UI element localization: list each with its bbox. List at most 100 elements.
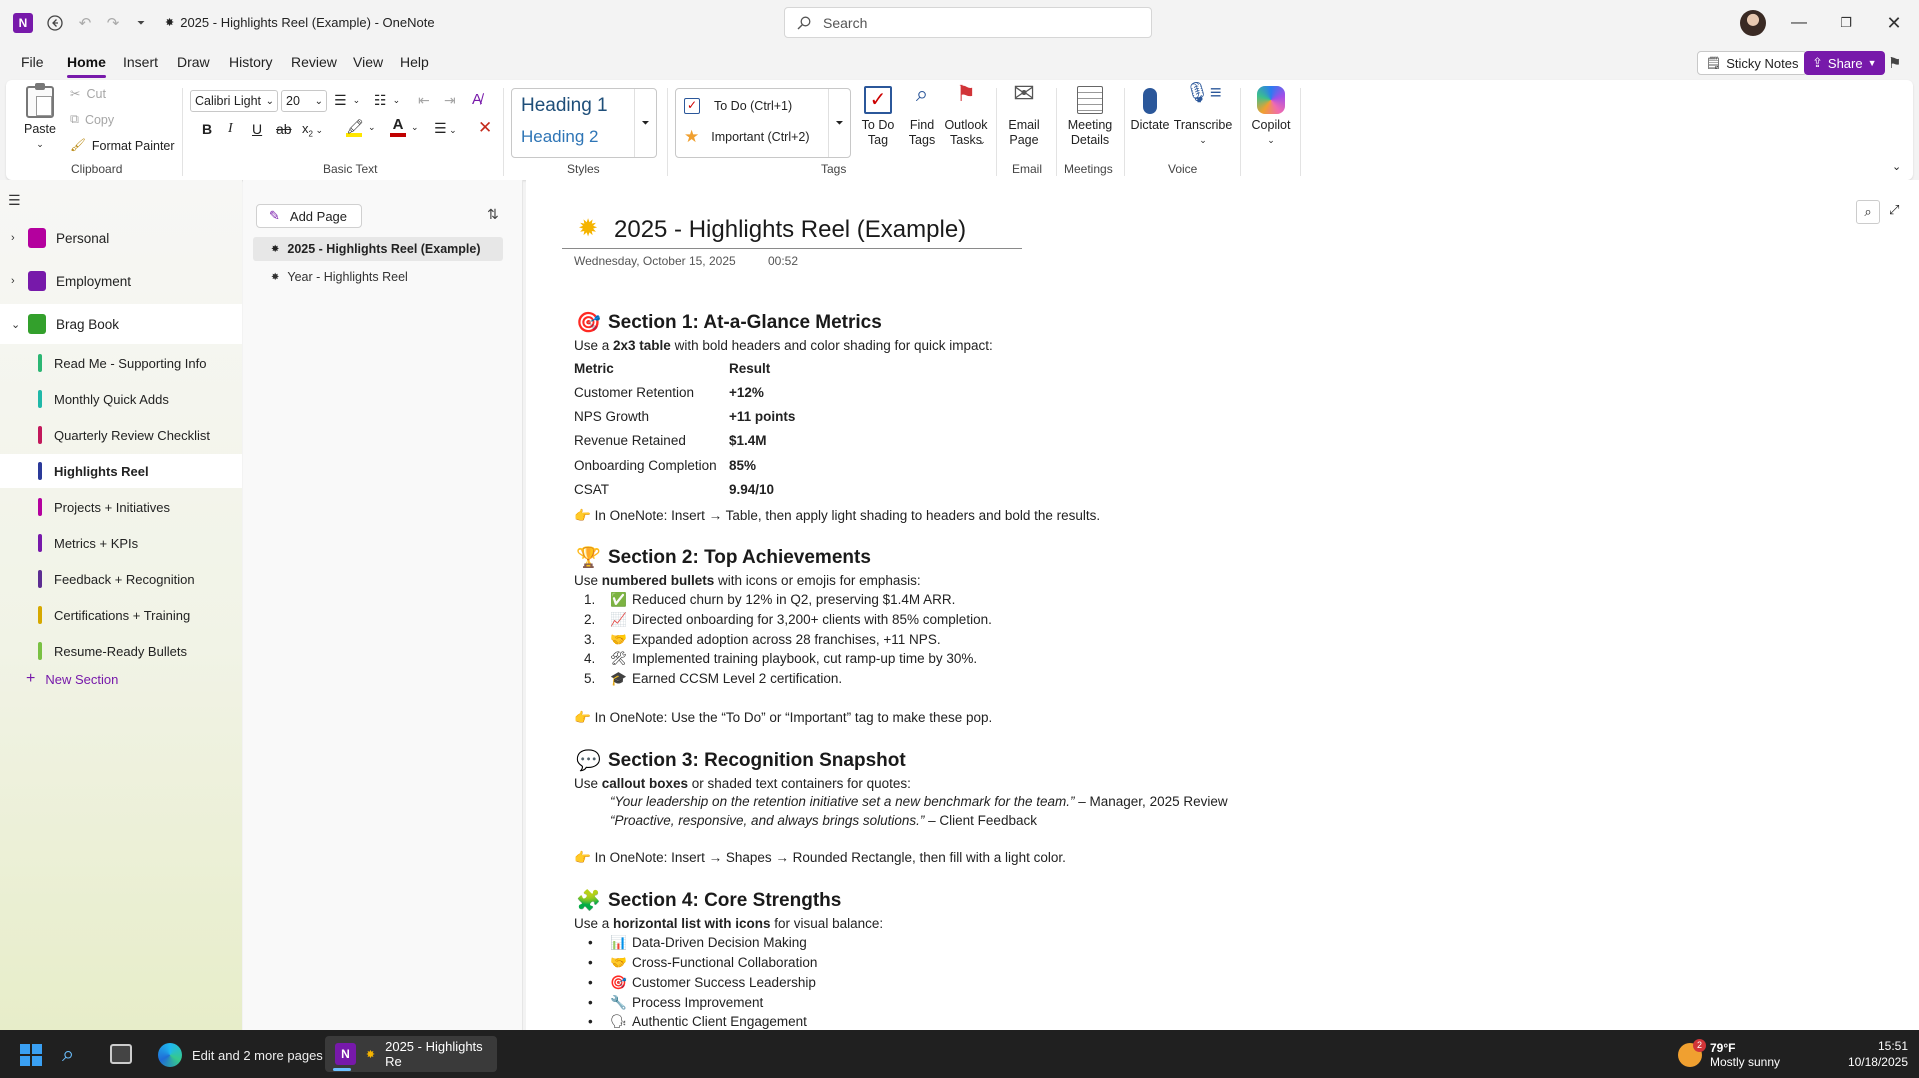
section-resume-bullets[interactable]: Resume-Ready Bullets bbox=[0, 634, 242, 668]
section1-intro[interactable]: Use a 2x3 table with bold headers and co… bbox=[574, 338, 993, 353]
section-metrics[interactable]: Metrics + KPIs bbox=[0, 526, 242, 560]
subscript-button[interactable]: x2 ⌄ bbox=[302, 121, 323, 139]
quote-item[interactable]: “Your leadership on the retention initia… bbox=[610, 794, 1228, 809]
sort-pages-icon[interactable]: ⇅ bbox=[487, 206, 499, 223]
ribbon-collapse-icon[interactable]: ⌄ bbox=[1892, 160, 1901, 173]
undo-icon[interactable]: ↶ bbox=[72, 11, 98, 35]
format-painter-button[interactable]: 🖌 Format Painter bbox=[70, 138, 175, 153]
system-clock[interactable]: 15:51 10/18/2025 bbox=[1826, 1039, 1908, 1069]
page-search-icon[interactable]: ⌕ bbox=[1856, 200, 1880, 224]
achievement-item[interactable]: 5. 🎓 Earned CCSM Level 2 certification. bbox=[584, 671, 842, 687]
font-color-dropdown-icon[interactable]: ⌄ bbox=[411, 122, 419, 133]
menu-home[interactable]: Home bbox=[67, 54, 106, 78]
numbering-button[interactable]: ☷ ⌄ bbox=[374, 92, 400, 109]
page-title[interactable]: 2025 - Highlights Reel (Example) bbox=[614, 216, 966, 244]
metric-name[interactable]: CSAT bbox=[574, 482, 609, 497]
strength-item[interactable]: • 🔧 Process Improvement bbox=[588, 995, 763, 1011]
section3-intro[interactable]: Use callout boxes or shaded text contain… bbox=[574, 776, 911, 791]
page-item-selected[interactable]: ✸ 2025 - Highlights Reel (Example) bbox=[253, 237, 503, 261]
section3-tip[interactable]: 👉 In OneNote: Insert → Shapes → Rounded … bbox=[574, 850, 1066, 866]
metric-value[interactable]: 85% bbox=[729, 458, 756, 473]
find-tags-button[interactable]: ⌕ Find Tags bbox=[902, 83, 942, 148]
section1-tip[interactable]: 👉 In OneNote: Insert → Table, then apply… bbox=[574, 508, 1100, 524]
taskbar-edge-app[interactable]: Edit and 2 more pages - bbox=[150, 1038, 339, 1072]
italic-button[interactable]: I bbox=[228, 121, 233, 137]
paste-button[interactable]: Paste ⌄ bbox=[20, 83, 60, 152]
menu-view[interactable]: View bbox=[353, 54, 383, 70]
windows-start-icon[interactable] bbox=[20, 1044, 42, 1066]
restore-button[interactable]: ❐ bbox=[1823, 9, 1869, 37]
hamburger-menu-icon[interactable]: ☰ bbox=[8, 192, 21, 209]
strength-item[interactable]: • 🤝 Cross-Functional Collaboration bbox=[588, 955, 817, 971]
achievement-item[interactable]: 2. 📈 Directed onboarding for 3,200+ client… bbox=[584, 612, 992, 628]
section2-tip[interactable]: 👉 In OneNote: Use the “To Do” or “Import… bbox=[574, 710, 992, 726]
taskbar-search-icon[interactable]: ⌕ bbox=[62, 1041, 74, 1067]
section-highlights-reel[interactable]: Highlights Reel bbox=[0, 454, 242, 488]
user-avatar[interactable] bbox=[1740, 10, 1766, 36]
section4-heading[interactable]: Section 4: Core Strengths bbox=[608, 890, 841, 912]
section3-heading[interactable]: Section 3: Recognition Snapshot bbox=[608, 750, 906, 772]
metrics-header-result[interactable]: Result bbox=[729, 361, 770, 376]
highlight-button[interactable]: 🖍 bbox=[346, 118, 364, 137]
increase-indent-button[interactable]: ⇥ bbox=[444, 92, 456, 109]
metrics-header-metric[interactable]: Metric bbox=[574, 361, 614, 376]
font-name-combo[interactable]: Calibri Light ⌄ bbox=[190, 90, 278, 112]
styles-more-icon[interactable]: ⏷ bbox=[634, 89, 656, 157]
achievement-item[interactable]: 4. 🛠 Implemented training playbook, cut ra… bbox=[584, 651, 977, 667]
todo-tag-button[interactable]: ✓ To Do Tag bbox=[858, 86, 898, 148]
achievement-item[interactable]: 3. 🤝 Expanded adoption across 28 franchise… bbox=[584, 632, 941, 648]
strength-item[interactable]: • 📊 Data-Driven Decision Making bbox=[588, 935, 807, 951]
metric-name[interactable]: Onboarding Completion bbox=[574, 458, 717, 473]
notebook-brag-book[interactable]: ⌄ Brag Book bbox=[0, 304, 242, 344]
section-quarterly-review[interactable]: Quarterly Review Checklist bbox=[0, 418, 242, 452]
achievement-item[interactable]: 1. ✅ Reduced churn by 12% in Q2, preservin… bbox=[584, 592, 955, 608]
tags-more-icon[interactable]: ⏷ bbox=[828, 89, 850, 157]
tag-todo[interactable]: ✓ To Do (Ctrl+1) bbox=[684, 98, 792, 114]
weather-widget[interactable]: 2 79°F Mostly sunny bbox=[1678, 1038, 1780, 1072]
close-button[interactable]: ✕ bbox=[1871, 9, 1917, 37]
sticky-notes-button[interactable]: 🗒 Sticky Notes bbox=[1697, 51, 1808, 75]
style-heading-1[interactable]: Heading 1 bbox=[521, 95, 608, 117]
menu-file[interactable]: File bbox=[21, 54, 44, 70]
share-button[interactable]: ⇪ Share ▼ bbox=[1804, 51, 1885, 75]
cut-button[interactable]: ✂ Cut bbox=[70, 86, 106, 102]
section-projects[interactable]: Projects + Initiatives bbox=[0, 490, 242, 524]
delete-icon[interactable]: ✕ bbox=[478, 118, 492, 138]
underline-button[interactable]: U bbox=[252, 121, 262, 137]
section-read-me[interactable]: Read Me - Supporting Info bbox=[0, 346, 242, 380]
metric-name[interactable]: Customer Retention bbox=[574, 385, 694, 400]
metric-value[interactable]: 9.94/10 bbox=[729, 482, 774, 497]
task-view-icon[interactable] bbox=[110, 1044, 132, 1064]
redo-icon[interactable]: ↷ bbox=[100, 11, 126, 35]
menu-review[interactable]: Review bbox=[291, 54, 337, 70]
font-size-combo[interactable]: 20 ⌄ bbox=[281, 90, 327, 112]
search-box[interactable]: Search bbox=[784, 7, 1152, 38]
metric-value[interactable]: +12% bbox=[729, 385, 764, 400]
full-page-view-icon[interactable]: ⤢ bbox=[1889, 202, 1899, 218]
quick-access-dropdown-icon[interactable]: ⏷ bbox=[128, 11, 154, 35]
strength-item[interactable]: • 🎯 Customer Success Leadership bbox=[588, 975, 816, 991]
copy-button[interactable]: ⧉ Copy bbox=[70, 112, 114, 127]
strikethrough-button[interactable]: ab bbox=[276, 121, 292, 137]
minimize-button[interactable]: — bbox=[1776, 9, 1822, 37]
font-color-button[interactable]: A bbox=[390, 116, 406, 137]
feedback-icon[interactable]: ⚑ bbox=[1888, 54, 1901, 72]
add-page-button[interactable]: ✎ Add Page bbox=[256, 204, 362, 228]
back-icon[interactable] bbox=[42, 11, 68, 35]
new-section-button[interactable]: + New Section bbox=[26, 670, 118, 688]
copilot-button[interactable]: Copilot ⌄ bbox=[1246, 86, 1296, 148]
section-certifications[interactable]: Certifications + Training bbox=[0, 598, 242, 632]
section2-intro[interactable]: Use numbered bullets with icons or emoji… bbox=[574, 573, 921, 588]
align-button[interactable]: ☰ ⌄ bbox=[434, 120, 457, 137]
menu-help[interactable]: Help bbox=[400, 54, 429, 70]
dictate-button[interactable]: Dictate bbox=[1128, 86, 1172, 133]
menu-draw[interactable]: Draw bbox=[177, 54, 210, 70]
metric-name[interactable]: Revenue Retained bbox=[574, 433, 686, 448]
notebook-employment[interactable]: › Employment bbox=[0, 261, 242, 301]
decrease-indent-button[interactable]: ⇤ bbox=[418, 92, 430, 109]
section-feedback[interactable]: Feedback + Recognition bbox=[0, 562, 242, 596]
outlook-tasks-button[interactable]: ⚑ Outlook Tasks ⌄ bbox=[942, 83, 990, 149]
notebook-personal[interactable]: › Personal bbox=[0, 218, 242, 258]
quote-item[interactable]: “Proactive, responsive, and always bring… bbox=[610, 813, 1037, 828]
section-monthly-quick-adds[interactable]: Monthly Quick Adds bbox=[0, 382, 242, 416]
